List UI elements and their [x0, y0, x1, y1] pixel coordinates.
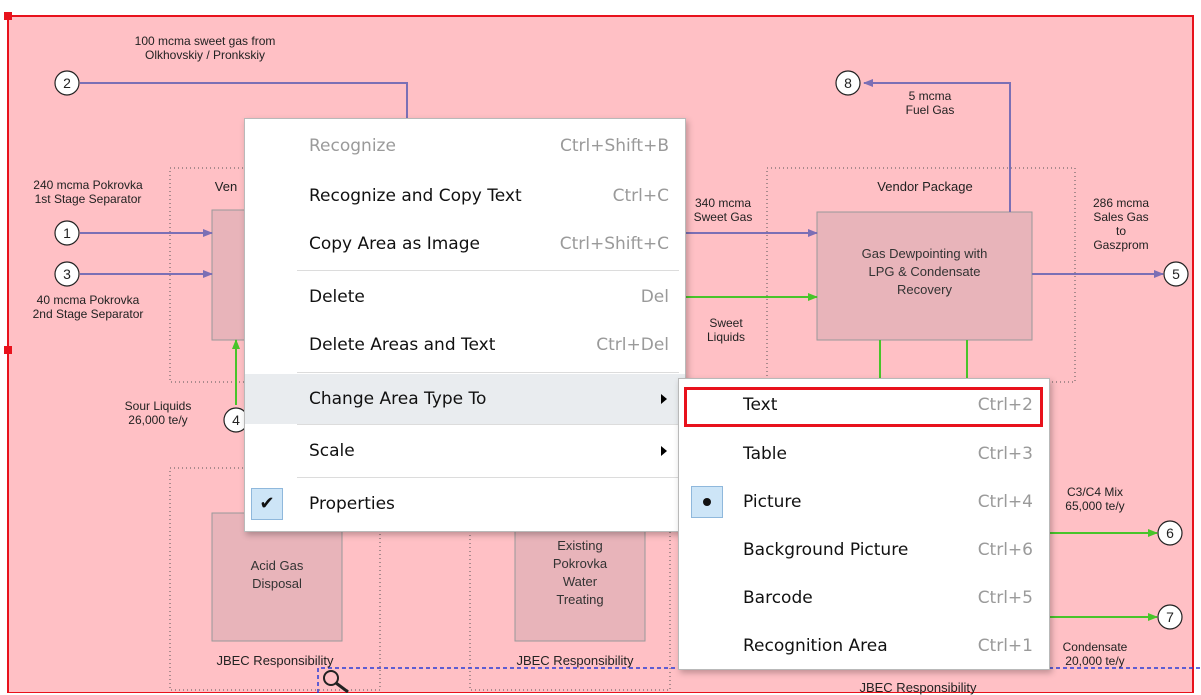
menu-item-properties[interactable]: ✔ Properties [245, 479, 685, 529]
menu-item-shortcut: Ctrl+Shift+C [559, 234, 669, 254]
menu-item-shortcut: Del [640, 287, 669, 307]
jbec-responsibility-left: JBEC Responsibility [216, 653, 334, 668]
node-6-label: 6 [1166, 525, 1174, 541]
menu-item-label: Recognize and Copy Text [309, 186, 522, 206]
area-handle-left[interactable] [4, 346, 12, 354]
submenu-item-barcode[interactable]: Barcode Ctrl+5 [679, 573, 1049, 623]
radio-dot-icon [691, 486, 723, 518]
menu-separator [297, 477, 679, 478]
node-5-label: 5 [1172, 266, 1180, 282]
menu-item-recognize-copy-text[interactable]: Recognize and Copy Text Ctrl+C [245, 171, 685, 221]
chevron-right-icon [661, 394, 667, 404]
chevron-right-icon [661, 446, 667, 456]
menu-separator [297, 270, 679, 271]
submenu-item-label: Recognition Area [743, 636, 888, 656]
submenu-item-label: Picture [743, 492, 802, 512]
pokrovka-1st-label: 240 mcma Pokrovka 1st Stage Separator [33, 178, 143, 206]
menu-item-copy-area-image[interactable]: Copy Area as Image Ctrl+Shift+C [245, 219, 685, 269]
submenu-item-recognition-area[interactable]: Recognition Area Ctrl+1 [679, 621, 1049, 671]
menu-item-delete-areas-text[interactable]: Delete Areas and Text Ctrl+Del [245, 320, 685, 370]
sales-gas-label: 286 mcma Sales Gas to Gaszprom [1092, 196, 1150, 252]
condensate-label: Condensate 20,000 te/y [1062, 640, 1128, 668]
submenu-item-label: Table [743, 444, 787, 464]
menu-item-shortcut: Ctrl+Shift+B [559, 136, 669, 156]
menu-item-label: Change Area Type To [309, 389, 487, 409]
context-menu: Recognize Ctrl+Shift+B Recognize and Cop… [244, 118, 686, 532]
submenu-item-label: Background Picture [743, 540, 909, 560]
node-8-label: 8 [844, 75, 852, 91]
submenu-item-text[interactable]: Text Ctrl+2 [679, 381, 1049, 429]
node-2-label: 2 [63, 75, 71, 91]
menu-item-recognize[interactable]: Recognize Ctrl+Shift+B [245, 121, 685, 171]
c3c4-mix-label: C3/C4 Mix 65,000 te/y [1065, 485, 1125, 513]
node-1-label: 1 [63, 225, 71, 241]
menu-item-label: Scale [309, 441, 355, 461]
gas-dewpointing-label: Gas Dewpointing with LPG & Condensate Re… [861, 246, 988, 297]
submenu-item-shortcut: Ctrl+2 [977, 395, 1033, 415]
menu-item-label: Delete [309, 287, 365, 307]
sweet-gas-from-label: 100 mcma sweet gas from Olkhovskiy / Pro… [134, 34, 276, 62]
menu-item-label: Delete Areas and Text [309, 335, 496, 355]
submenu-item-shortcut: Ctrl+3 [977, 444, 1033, 464]
magnifier-cursor-icon [323, 670, 349, 693]
submenu-item-shortcut: Ctrl+1 [977, 636, 1033, 656]
submenu-item-shortcut: Ctrl+6 [977, 540, 1033, 560]
jbec-responsibility-mid: JBEC Responsibility [516, 653, 634, 668]
sour-liquids-label: Sour Liquids 26,000 te/y [124, 399, 192, 427]
menu-separator [297, 372, 679, 373]
pokrovka-2nd-label: 40 mcma Pokrovka 2nd Stage Separator [32, 293, 144, 321]
acid-gas-label: Acid Gas Disposal [250, 558, 304, 591]
fuel-gas-label: 5 mcma Fuel Gas [905, 89, 955, 117]
sweet-gas-340-label: 340 mcma Sweet Gas [693, 196, 753, 224]
menu-item-label: Copy Area as Image [309, 234, 480, 254]
submenu-item-label: Text [743, 395, 778, 415]
vendor-package-left-label: Ven [214, 179, 238, 194]
sweet-liquids-label: Sweet Liquids [706, 316, 746, 344]
menu-item-delete[interactable]: Delete Del [245, 272, 685, 322]
submenu-item-shortcut: Ctrl+4 [977, 492, 1033, 512]
node-7-label: 7 [1166, 609, 1174, 625]
submenu-item-label: Barcode [743, 588, 813, 608]
area-handle-top-left[interactable] [4, 12, 12, 20]
menu-item-change-area-type[interactable]: Change Area Type To [245, 374, 685, 424]
menu-item-scale[interactable]: Scale [245, 426, 685, 476]
submenu-item-table[interactable]: Table Ctrl+3 [679, 429, 1049, 479]
submenu-item-picture[interactable]: Picture Ctrl+4 [679, 477, 1049, 527]
area-type-submenu: Text Ctrl+2 Table Ctrl+3 Picture Ctrl+4 … [678, 378, 1050, 670]
menu-separator [297, 424, 679, 425]
vendor-package-right-label: Vendor Package [877, 179, 973, 194]
menu-item-label: Recognize [309, 136, 396, 156]
submenu-item-shortcut: Ctrl+5 [977, 588, 1033, 608]
submenu-item-background-picture[interactable]: Background Picture Ctrl+6 [679, 525, 1049, 575]
check-icon: ✔ [251, 488, 283, 520]
menu-item-shortcut: Ctrl+C [612, 186, 669, 206]
menu-item-label: Properties [309, 494, 395, 514]
node-3-label: 3 [63, 266, 71, 282]
water-treating-label: Existing Pokrovka Water Treating [552, 538, 608, 607]
menu-item-shortcut: Ctrl+Del [596, 335, 669, 355]
